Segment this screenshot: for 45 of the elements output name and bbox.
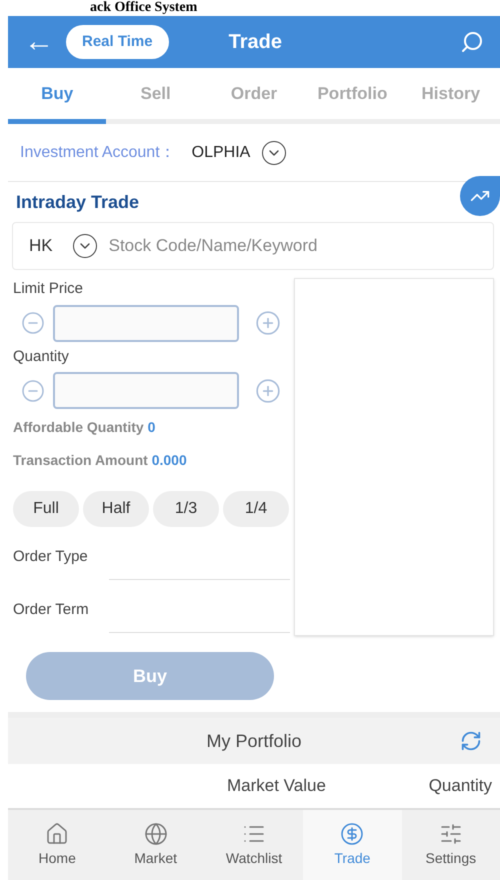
nav-item[interactable]: Home [8,810,106,880]
page-header-title: Trade [228,30,282,55]
plus-icon[interactable] [255,378,281,404]
stock-search-bar[interactable]: HK Stock Code/Name/Keyword [12,222,494,270]
real-time-button[interactable]: Real Time [66,25,169,59]
ratio-button[interactable]: Half [83,491,149,527]
dropdown-icon[interactable] [72,234,97,258]
dropdown-icon[interactable] [262,140,286,164]
account-value: OLPHIA [192,142,250,162]
settings-icon [438,822,463,846]
buy-button: Buy [26,652,274,700]
back-button[interactable]: ← [24,27,54,57]
column-header: Quantity [428,775,492,798]
minus-icon[interactable] [21,311,45,335]
chart-button[interactable] [460,176,500,216]
ratio-button[interactable]: 1/4 [223,491,289,527]
nav-item[interactable]: Trade [303,810,402,880]
page-title: ack Office System [89,0,198,16]
minus-icon[interactable] [21,378,45,402]
plus-icon[interactable] [255,310,281,336]
field-label: Order Term [13,600,90,620]
portfolio-title: My Portfolio [206,730,302,753]
market-code: HK [29,235,53,258]
trade-icon [340,822,364,846]
nav-item[interactable]: Settings [402,810,500,880]
affordable-quantity: Affordable Quantity 0 [13,418,156,437]
transaction-amount: Transaction Amount 0.000 [13,451,188,470]
ratio-button[interactable]: 1/3 [153,491,219,527]
field-label: Limit Price [13,279,84,299]
section-title: Intraday Trade [16,190,140,214]
search-field[interactable]: Stock Code/Name/Keyword [108,233,477,259]
refresh-icon[interactable] [460,730,482,752]
number-input[interactable] [53,304,239,342]
field-label: Order Type [13,546,89,566]
column-header: Market Value [227,775,326,798]
tab[interactable]: Buy [8,68,106,124]
search-icon[interactable] [460,30,484,54]
nav-item[interactable]: Watchlist [204,810,304,880]
home-icon [45,822,70,846]
number-input[interactable] [53,372,239,409]
market-icon [144,822,168,846]
nav-item[interactable]: Market [106,810,205,880]
field-label: Quantity [13,346,70,366]
account-label: Investment Account： [20,142,176,162]
ratio-button[interactable]: Full [13,491,79,527]
